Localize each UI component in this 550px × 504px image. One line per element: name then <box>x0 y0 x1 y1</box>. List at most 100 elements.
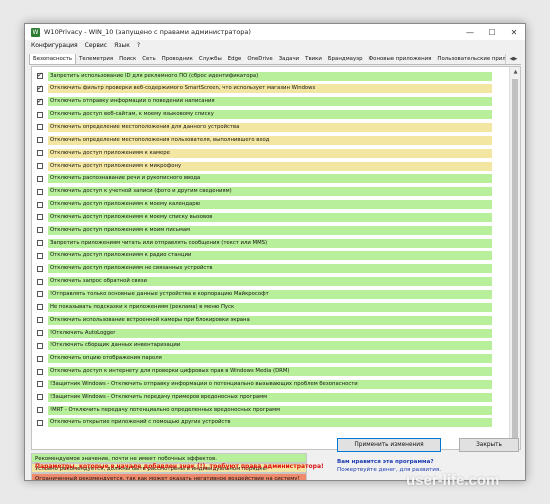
setting-row[interactable]: Запретить использование ID для рекламног… <box>32 70 510 82</box>
setting-checkbox[interactable] <box>37 368 43 375</box>
setting-checkbox[interactable] <box>37 201 43 208</box>
setting-label: Отключить доступ приложениям к камере <box>48 148 492 158</box>
menu-configuration[interactable]: Конфигурация <box>31 42 78 49</box>
setting-row[interactable]: !Отключить сборщик данных инвентаризации <box>32 340 510 352</box>
setting-row[interactable]: Отключить доступ приложениям к камере <box>32 147 510 159</box>
setting-row[interactable]: Отключить доступ веб-сайтам, к моему язы… <box>32 109 510 121</box>
tab-edge[interactable]: Edge <box>225 54 245 64</box>
setting-label: Запретить использование ID для рекламног… <box>48 71 492 81</box>
apply-changes-button[interactable]: Применить изменения <box>337 438 441 452</box>
setting-checkbox[interactable] <box>37 227 43 234</box>
setting-checkbox[interactable] <box>37 150 43 157</box>
setting-checkbox[interactable] <box>37 419 43 426</box>
setting-checkbox[interactable] <box>37 188 43 195</box>
setting-row[interactable]: Запретить приложениям читать или отправл… <box>32 237 510 249</box>
setting-checkbox[interactable] <box>37 265 43 272</box>
setting-row[interactable]: !Защитник Windows - Отключить передачу п… <box>32 391 510 403</box>
setting-row[interactable]: Отключить фильтр проверки веб-содержимог… <box>32 83 510 95</box>
setting-row[interactable]: Отключить доступ приложениям к микрофону <box>32 160 510 172</box>
setting-checkbox[interactable] <box>37 252 43 259</box>
setting-row[interactable]: Отключить доступ приложениям к моему кал… <box>32 199 510 211</box>
setting-checkbox[interactable] <box>37 163 43 169</box>
setting-label: Отключить открытие приложений с помощью … <box>48 418 492 428</box>
setting-checkbox[interactable] <box>37 394 43 401</box>
setting-checkbox[interactable] <box>37 175 43 182</box>
setting-row[interactable]: Отключить доступ приложениям к моему спи… <box>32 211 510 223</box>
tab-explorer[interactable]: Проводник <box>159 54 196 64</box>
setting-row[interactable]: Отключить распознавание речи и рукописно… <box>32 173 510 185</box>
setting-checkbox[interactable] <box>37 291 43 298</box>
setting-row[interactable]: Отключить доступ приложениям к радио ста… <box>32 250 510 262</box>
close-icon[interactable]: ✕ <box>503 24 525 40</box>
setting-row[interactable]: Отключить запрос обратной связи <box>32 276 510 288</box>
donate-line-1[interactable]: Вам нравится эта программа? <box>337 458 441 466</box>
setting-label: !Отключить AutoLogger <box>48 328 492 338</box>
setting-checkbox[interactable] <box>37 278 43 285</box>
setting-checkbox[interactable] <box>37 342 43 349</box>
minimize-icon[interactable]: — <box>459 24 481 40</box>
close-button[interactable]: Закрыть <box>459 438 519 452</box>
setting-row[interactable]: !MRT - Отключить передачу потенциально о… <box>32 404 510 416</box>
tab-telemetry[interactable]: Телеметрия <box>76 54 116 64</box>
tab-scroll-arrows[interactable]: ◀ ▶ <box>505 54 521 64</box>
setting-checkbox[interactable] <box>37 330 43 336</box>
setting-checkbox[interactable] <box>37 214 43 221</box>
setting-label: Отключить запрос обратной связи <box>48 277 492 287</box>
setting-row[interactable]: Отключить доступ приложениям не связанны… <box>32 263 510 275</box>
menu-help[interactable]: ? <box>137 42 140 49</box>
setting-row[interactable]: Не показывать подсказки к приложениям (р… <box>32 301 510 313</box>
setting-row[interactable]: !Отключить AutoLogger <box>32 327 510 339</box>
setting-checkbox[interactable] <box>37 84 43 92</box>
setting-checkbox[interactable] <box>37 407 43 414</box>
setting-checkbox[interactable] <box>37 355 43 362</box>
maximize-icon[interactable]: ☐ <box>481 24 503 40</box>
tab-onedrive[interactable]: OneDrive <box>244 54 275 64</box>
setting-label: !Отправлять только основные данные устро… <box>48 289 492 299</box>
tab-search[interactable]: Поиск <box>116 54 139 64</box>
vertical-scrollbar[interactable]: ▲ ▼ <box>509 67 520 449</box>
tab-background-apps[interactable]: Фоновые приложения <box>366 54 435 64</box>
setting-checkbox[interactable] <box>37 111 43 118</box>
setting-checkbox[interactable] <box>37 317 43 324</box>
setting-checkbox[interactable] <box>37 304 43 311</box>
tab-tasks[interactable]: Задачи <box>276 54 302 64</box>
setting-row[interactable]: !Отправлять только основные данные устро… <box>32 288 510 300</box>
tab-security[interactable]: Безопасность <box>29 54 77 64</box>
setting-label: Отключить доступ веб-сайтам, к моему язы… <box>48 110 492 119</box>
title-bar[interactable]: W W10Privacy - WIN_10 (запущено с правам… <box>25 24 525 40</box>
setting-label: !Отключить сборщик данных инвентаризации <box>48 341 492 351</box>
setting-checkbox[interactable] <box>37 381 43 388</box>
setting-row[interactable]: !Защитник Windows - Отключить отправку и… <box>32 378 510 390</box>
setting-label: Отключить доступ приложениям к микрофону <box>48 161 492 171</box>
setting-row[interactable]: Отключить использование встроенной камер… <box>32 314 510 326</box>
setting-label: !Защитник Windows - Отключить передачу п… <box>48 392 492 402</box>
tab-firewall[interactable]: Брандмауэр <box>325 54 366 64</box>
scroll-thumb[interactable] <box>512 79 518 439</box>
setting-label: Отключить определение местоположения для… <box>48 122 492 132</box>
setting-row[interactable]: Отключить доступ к учетной записи (фото … <box>32 186 510 198</box>
tab-services[interactable]: Службы <box>196 54 225 64</box>
setting-checkbox[interactable] <box>37 97 43 105</box>
setting-row[interactable]: Отключить отправку информации о поведени… <box>32 96 510 108</box>
tab-network[interactable]: Сеть <box>139 54 158 64</box>
setting-checkbox[interactable] <box>37 71 43 79</box>
setting-label: Отключить доступ приложениям не связанны… <box>48 264 492 274</box>
setting-row[interactable]: Отключить определение местоположения для… <box>32 121 510 133</box>
setting-checkbox[interactable] <box>37 137 43 144</box>
setting-row[interactable]: Отключить доступ к интернету для проверк… <box>32 366 510 378</box>
menu-language[interactable]: Язык <box>114 42 130 49</box>
app-icon: W <box>31 27 40 37</box>
setting-row[interactable]: Отключить опцию отображения пароля <box>32 353 510 365</box>
menu-bar: Конфигурация Сервис Язык ? <box>25 40 147 51</box>
setting-checkbox[interactable] <box>37 240 43 246</box>
tab-tweaks[interactable]: Твики <box>302 54 325 64</box>
setting-label: !MRT - Отключить передачу потенциально о… <box>48 405 492 415</box>
setting-checkbox[interactable] <box>37 124 43 131</box>
setting-row[interactable]: Отключить открытие приложений с помощью … <box>32 417 510 429</box>
setting-label: Отключить определение местоположения пол… <box>48 135 492 145</box>
menu-service[interactable]: Сервис <box>85 42 107 49</box>
setting-row[interactable]: Отключить доступ приложениям к моим пись… <box>32 224 510 236</box>
tab-scroll-right-icon[interactable]: ▶ <box>514 56 518 62</box>
setting-row[interactable]: Отключить определение местоположения пол… <box>32 134 510 146</box>
scroll-up-icon[interactable]: ▲ <box>510 67 520 77</box>
